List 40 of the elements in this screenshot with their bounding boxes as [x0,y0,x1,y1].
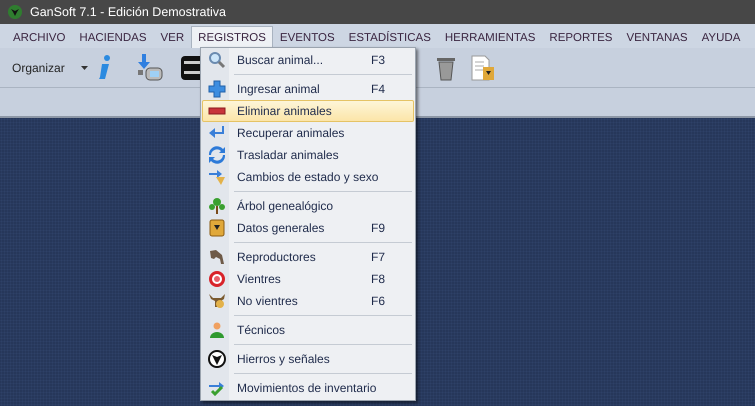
target-icon [208,270,226,288]
menu-entry[interactable]: No vientres F6 [202,290,414,312]
menu-entry[interactable]: Movimientos de inventario [202,377,414,399]
menu-entry[interactable]: Técnicos [202,319,414,341]
search-icon [208,51,226,69]
document-icon[interactable] [470,54,495,80]
menu-entry[interactable]: Trasladar animales [202,144,414,166]
tree-icon [208,197,226,215]
person-icon [208,321,226,339]
menu-entry[interactable]: Recuperar animales [202,122,414,144]
app-logo-icon [8,5,22,19]
menu-entry[interactable]: Vientres F8 [202,268,414,290]
window-title: GanSoft 7.1 - Edición Demostrativa [30,4,226,21]
menu-entry[interactable]: Reproductores F7 [202,246,414,268]
menu-entry[interactable]: Árbol genealógico [202,195,414,217]
menu-entry[interactable]: Datos generales F9 [202,217,414,239]
menu-item[interactable]: REGISTROS [191,26,273,48]
menu-item[interactable]: HACIENDAS [72,26,154,48]
menu-item[interactable]: VER [154,26,192,48]
menu-item[interactable]: ESTADÍSTICAS [342,26,438,48]
menu-entry[interactable]: Ingresar animal F4 [202,78,414,100]
cycle-arrows-icon [208,146,226,164]
import-icon[interactable] [136,54,164,82]
menu-entry[interactable]: Hierros y señales [202,348,414,370]
arrow-check-icon [208,379,226,397]
menu-entry[interactable]: Eliminar animales [202,100,414,122]
menu-item[interactable]: ARCHIVO [6,26,72,48]
menu-entry[interactable]: Buscar animal... F3 [202,49,414,71]
dropdown-caret-icon[interactable] [80,66,88,70]
menu-item[interactable]: HERRAMIENTAS [438,26,542,48]
menu-item[interactable]: VENTANAS [619,26,695,48]
book-icon [208,219,226,237]
organize-label: Organizar [12,60,65,76]
bull-head-icon [208,350,226,368]
arrow-funnel-icon [208,168,226,186]
menu-entry[interactable]: Cambios de estado y sexo [202,166,414,188]
plus-icon [208,80,226,98]
menu-item[interactable]: REPORTES [542,26,620,48]
menu-item[interactable]: EVENTOS [272,26,342,48]
menu-item[interactable]: AYUDA [694,26,748,48]
